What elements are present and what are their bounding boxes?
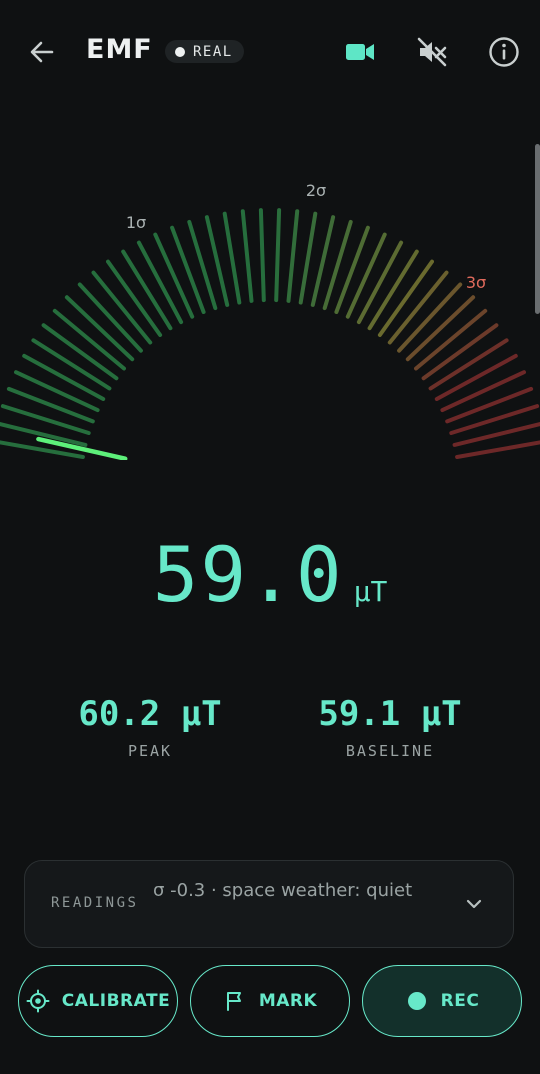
readings-panel[interactable]: READINGS σ -0.3 · space weather: quiet [24,860,514,948]
video-camera-icon[interactable] [342,34,378,70]
flag-icon [223,989,247,1013]
gauge-ticks [0,208,540,459]
reading-unit: µT [353,575,388,608]
status-dot-icon [175,46,185,57]
sigma2-label: 2σ [306,181,326,200]
gauge-tick [445,386,534,424]
gauge-tick [274,208,282,303]
volume-off-icon[interactable] [414,34,450,70]
record-button-label: REC [440,991,480,1011]
sigma3-label: 3σ [466,273,486,292]
gauge-tick [298,211,318,305]
arrow-left-icon[interactable] [24,34,60,70]
record-dot-icon [405,989,429,1013]
calibrate-button[interactable]: CALIBRATE [18,965,178,1037]
calibrate-button-label: CALIBRATE [61,991,171,1011]
peak-stat: 60.2 µT PEAK [40,694,260,760]
gauge-tick [240,209,254,303]
gauge-tick [334,225,370,314]
gauge-tick [455,440,540,459]
crosshair-icon [26,989,50,1013]
chevron-down-icon[interactable] [463,893,485,915]
mark-button-label: MARK [258,991,318,1011]
peak-value: 60.2 µT [78,694,222,734]
current-reading: 59.0 µT [0,530,540,619]
mark-button[interactable]: MARK [190,965,350,1037]
mode-badge-label: REAL [193,43,233,60]
baseline-value: 59.1 µT [318,694,462,734]
mode-badge: REAL [165,40,244,63]
gauge-tick [6,386,95,424]
baseline-label: BASELINE [345,742,435,760]
record-button[interactable]: REC [362,965,522,1037]
gauge-tick [0,440,85,459]
readings-text: σ -0.3 · space weather: quiet [153,880,413,901]
gauge-tick [222,211,242,305]
page-title: EMF [86,34,153,65]
sigma-gauge: 1σ 2σ 3σ [0,181,540,460]
info-icon[interactable] [486,34,522,70]
gauge-tick [258,208,266,303]
baseline-stat: 59.1 µT BASELINE [280,694,500,760]
peak-label: PEAK [127,742,173,760]
reading-value: 59.0 [152,530,344,619]
gauge-tick [286,209,300,303]
gauge-tick [170,225,206,314]
top-app-bar: EMF REAL [0,0,540,104]
readings-label: READINGS [51,895,139,911]
sigma1-label: 1σ [126,213,146,232]
